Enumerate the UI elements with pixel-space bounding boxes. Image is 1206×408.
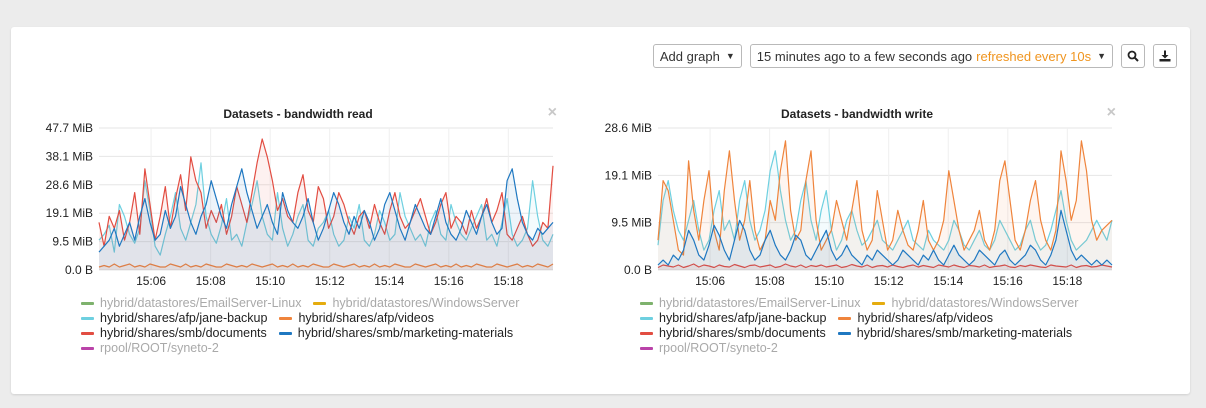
legend-label: hybrid/shares/smb/marketing-materials: [856, 326, 1073, 340]
legend-row: hybrid/shares/afp/jane-backup hybrid/shar…: [81, 311, 531, 326]
legend-row: hybrid/datastores/EmailServer-Linux hybri…: [81, 296, 531, 311]
legend-label: hybrid/datastores/EmailServer-Linux: [659, 296, 861, 310]
legend-label: hybrid/shares/afp/jane-backup: [659, 311, 827, 325]
legend-swatch: [279, 317, 293, 320]
legend-item[interactable]: rpool/ROOT/syneto-2: [640, 341, 778, 356]
legend-item[interactable]: hybrid/datastores/EmailServer-Linux: [81, 296, 301, 311]
legend-row: rpool/ROOT/syneto-2: [640, 341, 1090, 356]
legend-item[interactable]: hybrid/shares/afp/jane-backup: [81, 311, 267, 326]
chevron-down-icon: ▼: [725, 51, 735, 61]
zoom-button[interactable]: [1121, 44, 1145, 68]
chart-title: Datasets - bandwidth read: [223, 107, 373, 121]
x-tick-label: 15:08: [755, 274, 785, 288]
time-range-label: 15 minutes ago to a few seconds ago: [756, 48, 973, 64]
legend-label: rpool/ROOT/syneto-2: [659, 341, 778, 355]
legend-row: hybrid/datastores/EmailServer-Linux hybri…: [640, 296, 1090, 311]
y-tick-label: 28.6 MiB: [46, 178, 93, 192]
x-tick-label: 15:12: [315, 274, 345, 288]
legend-item[interactable]: hybrid/shares/afp/videos: [279, 311, 434, 326]
x-tick-label: 15:16: [434, 274, 464, 288]
legend-item[interactable]: hybrid/shares/smb/marketing-materials: [278, 326, 514, 341]
dashboard-panel: Add graph ▼ 15 minutes ago to a few seco…: [11, 27, 1190, 394]
legend-item[interactable]: hybrid/shares/smb/documents: [81, 326, 267, 341]
chart-title: Datasets - bandwidth write: [780, 107, 934, 121]
y-tick-label: 0.0 B: [624, 263, 652, 277]
legend-item[interactable]: rpool/ROOT/syneto-2: [81, 341, 219, 356]
legend: hybrid/datastores/EmailServer-Linux hybri…: [640, 296, 1090, 356]
x-tick-label: 15:14: [374, 274, 404, 288]
chevron-down-icon: ▼: [1097, 51, 1106, 61]
y-tick-label: 38.1 MiB: [46, 149, 93, 163]
series-area-videos: [658, 140, 1112, 270]
legend-item[interactable]: hybrid/shares/afp/videos: [838, 311, 993, 326]
legend-swatch: [838, 317, 852, 320]
x-tick-label: 15:10: [814, 274, 844, 288]
legend-swatch: [640, 332, 653, 335]
legend-label: hybrid/shares/afp/jane-backup: [100, 311, 268, 325]
legend-label: hybrid/datastores/WindowsServer: [332, 296, 520, 310]
legend-item[interactable]: hybrid/datastores/WindowsServer: [872, 296, 1078, 311]
legend-label: hybrid/shares/smb/marketing-materials: [297, 326, 514, 340]
legend-row: hybrid/shares/smb/documents hybrid/shares…: [640, 326, 1090, 341]
x-tick-label: 15:14: [933, 274, 963, 288]
legend-item[interactable]: hybrid/shares/smb/documents: [640, 326, 826, 341]
chart-bandwidth-read: 0.0 B 9.5 MiB 19.1 MiB 28.6 MiB 38.1 MiB 47.7…: [33, 102, 563, 382]
legend-swatch: [640, 302, 653, 305]
refresh-label: refreshed every 10s: [976, 48, 1092, 64]
legend-swatch: [81, 347, 94, 350]
legend-item[interactable]: hybrid/datastores/WindowsServer: [313, 296, 519, 311]
legend-label: hybrid/shares/smb/documents: [659, 326, 826, 340]
legend-label: hybrid/shares/smb/documents: [100, 326, 267, 340]
search-icon: [1127, 50, 1139, 62]
legend-swatch: [640, 347, 653, 350]
legend-item[interactable]: hybrid/shares/afp/jane-backup: [640, 311, 826, 326]
legend-label: hybrid/shares/afp/videos: [298, 311, 434, 325]
legend-swatch: [81, 317, 94, 320]
y-tick-label: 9.5 MiB: [52, 235, 93, 249]
legend-label: hybrid/datastores/WindowsServer: [891, 296, 1079, 310]
time-range-dropdown[interactable]: 15 minutes ago to a few seconds ago refr…: [749, 44, 1113, 68]
legend-row: rpool/ROOT/syneto-2: [81, 341, 531, 356]
legend-label: hybrid/shares/afp/videos: [857, 311, 993, 325]
legend-row: hybrid/shares/afp/jane-backup hybrid/shar…: [640, 311, 1090, 326]
x-tick-label: 15:12: [874, 274, 904, 288]
x-tick-label: 15:18: [493, 274, 523, 288]
x-tick-label: 15:16: [993, 274, 1023, 288]
legend-item[interactable]: hybrid/datastores/EmailServer-Linux: [640, 296, 860, 311]
legend-swatch: [640, 317, 653, 320]
x-tick-label: 15:06: [136, 274, 166, 288]
close-icon[interactable]: ×: [1107, 104, 1116, 122]
y-tick-label: 9.5 MiB: [611, 216, 652, 230]
close-icon[interactable]: ×: [548, 104, 557, 122]
legend-swatch: [837, 332, 851, 335]
plot-area: 0.0 B 9.5 MiB 19.1 MiB 28.6 MiB 38.1 MiB 47.7…: [46, 121, 554, 288]
plot-area: 0.0 B 9.5 MiB 19.1 MiB 28.6 MiB 15:06 15:08 15…: [605, 121, 1113, 288]
x-tick-label: 15:06: [695, 274, 725, 288]
y-tick-label: 19.1 MiB: [46, 206, 93, 220]
y-tick-label: 28.6 MiB: [605, 121, 652, 135]
legend-swatch: [278, 332, 292, 335]
legend-label: rpool/ROOT/syneto-2: [100, 341, 219, 355]
legend-swatch: [872, 302, 886, 305]
legend-row: hybrid/shares/smb/documents hybrid/shares…: [81, 326, 531, 341]
x-tick-label: 15:10: [255, 274, 285, 288]
add-graph-label: Add graph: [659, 48, 720, 64]
legend-swatch: [313, 302, 327, 305]
toolbar: Add graph ▼ 15 minutes ago to a few seco…: [652, 44, 1177, 68]
add-graph-dropdown[interactable]: Add graph ▼: [652, 44, 742, 68]
legend-swatch: [81, 302, 94, 305]
legend-item[interactable]: hybrid/shares/smb/marketing-materials: [837, 326, 1073, 341]
chart-bandwidth-write: 0.0 B 9.5 MiB 19.1 MiB 28.6 MiB 15:06 15:08 15…: [592, 102, 1122, 382]
legend-label: hybrid/datastores/EmailServer-Linux: [100, 296, 302, 310]
legend: hybrid/datastores/EmailServer-Linux hybri…: [81, 296, 531, 356]
y-tick-label: 19.1 MiB: [605, 168, 652, 182]
x-tick-label: 15:08: [196, 274, 226, 288]
download-button[interactable]: [1153, 44, 1177, 68]
download-icon: [1159, 50, 1171, 62]
x-tick-label: 15:18: [1052, 274, 1082, 288]
legend-swatch: [81, 332, 94, 335]
y-tick-label: 0.0 B: [65, 263, 93, 277]
y-tick-label: 47.7 MiB: [46, 121, 93, 135]
